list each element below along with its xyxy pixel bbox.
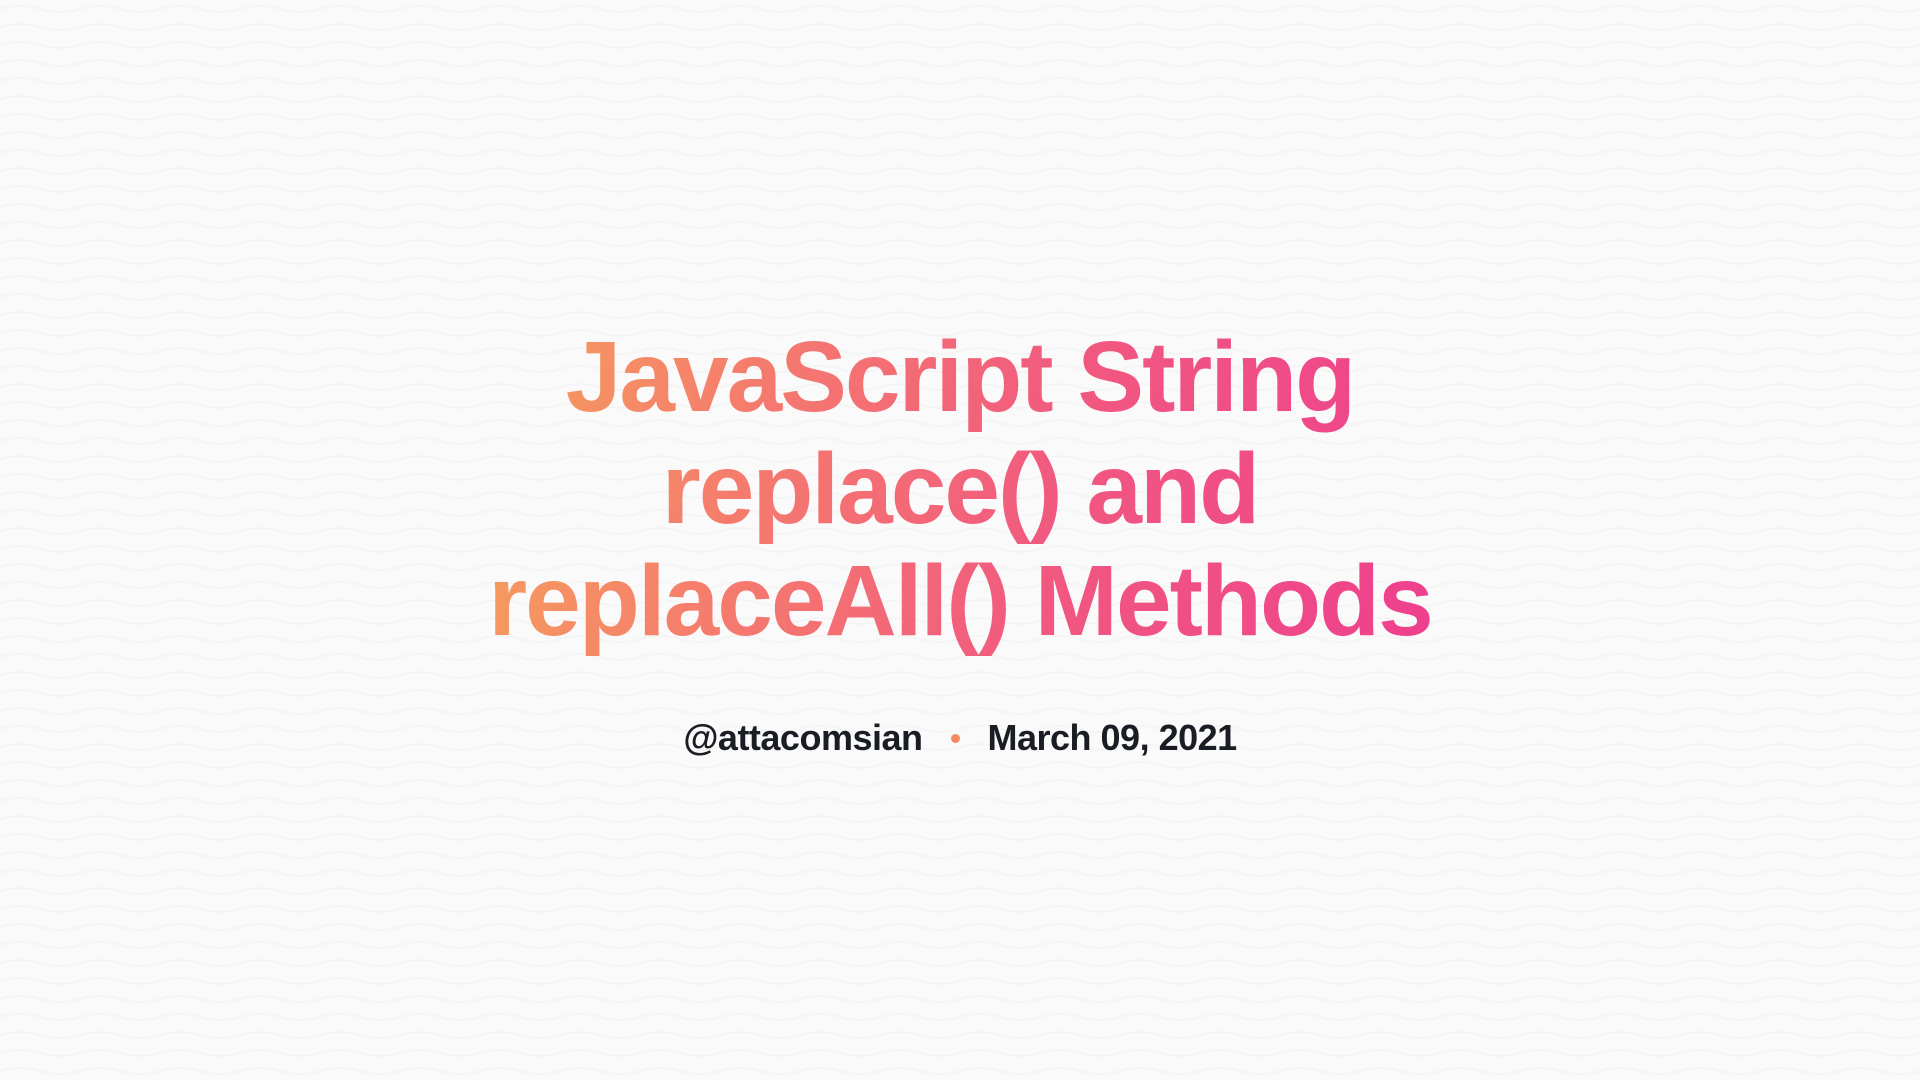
author-handle: @attacomsian bbox=[683, 717, 922, 759]
separator-dot bbox=[951, 734, 960, 743]
meta-row: @attacomsian March 09, 2021 bbox=[460, 717, 1460, 759]
page-title: JavaScript String replace() and replaceA… bbox=[460, 321, 1460, 657]
content-container: JavaScript String replace() and replaceA… bbox=[360, 321, 1560, 759]
publish-date: March 09, 2021 bbox=[988, 717, 1237, 759]
